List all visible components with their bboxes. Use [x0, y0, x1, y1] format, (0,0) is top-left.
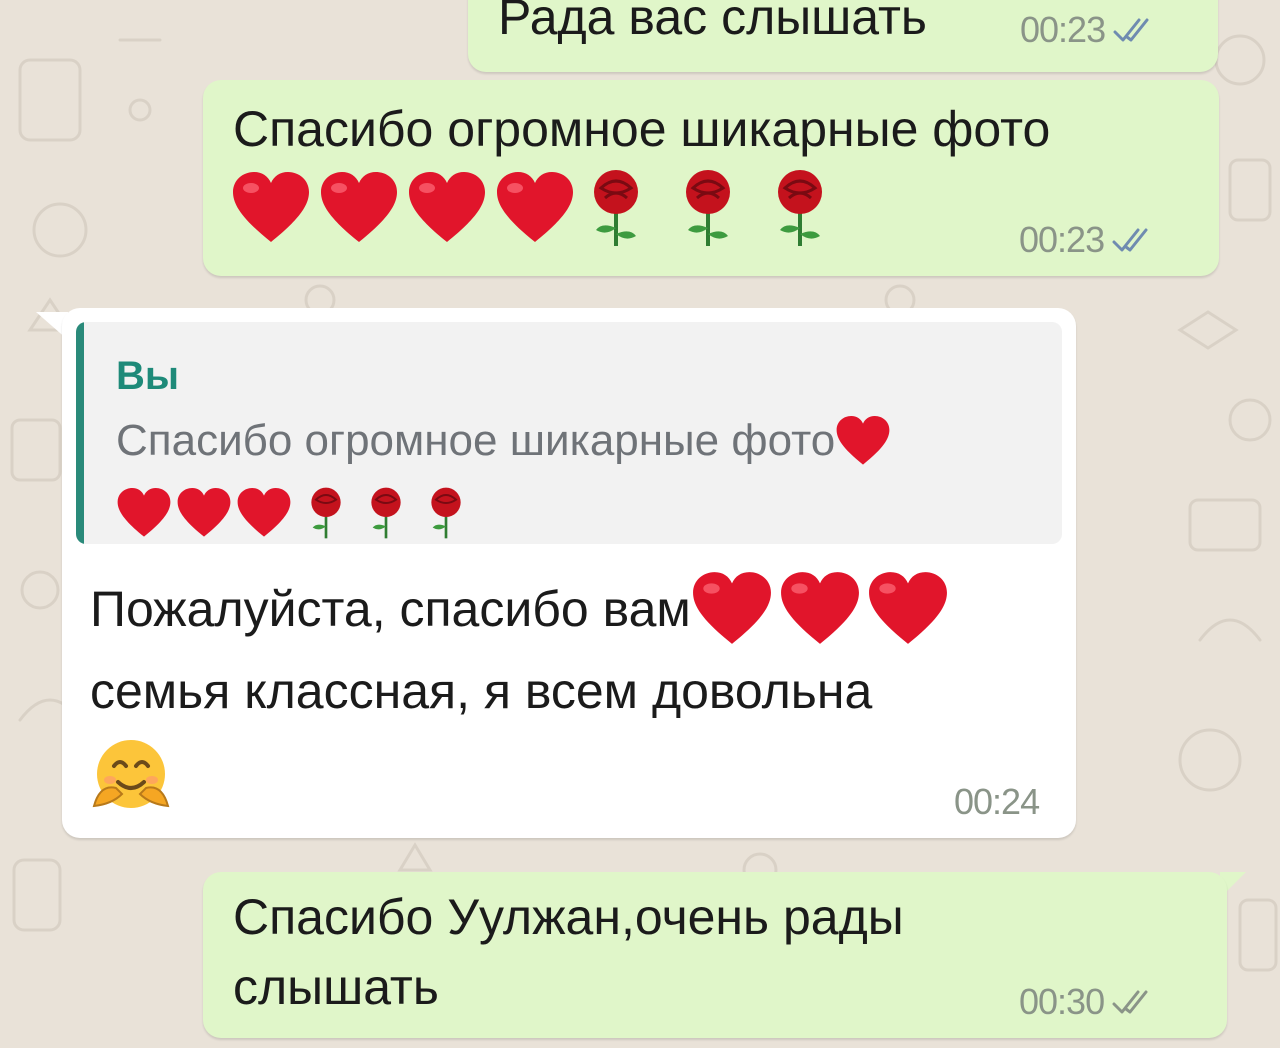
red-heart-icon [409, 172, 485, 242]
rose-icon [311, 487, 341, 539]
message-meta: 00:23 [1020, 12, 1155, 48]
message-bubble-outgoing[interactable]: Спасибо Уулжан,очень рады слышать 00:30 [203, 872, 1227, 1038]
message-bubble-outgoing[interactable]: Рада вас слышать 00:23 [468, 0, 1218, 72]
red-heart-icon [237, 488, 291, 537]
message-time: 00:23 [1020, 9, 1106, 50]
quote-accent-bar [76, 322, 84, 544]
red-heart-icon [868, 572, 947, 644]
message-text: Рада вас слышать [498, 0, 927, 45]
message-meta: 00:30 [1019, 984, 1154, 1020]
message-meta: 00:24 [954, 781, 1040, 822]
message-time: 00:30 [1019, 981, 1105, 1022]
rose-icon [686, 170, 730, 246]
message-text-line-2: семья классная, я всем довольна [90, 663, 873, 719]
red-heart-icon [780, 572, 859, 644]
message-time: 00:24 [954, 781, 1040, 822]
red-heart-icon [321, 172, 397, 242]
red-heart-icon [836, 416, 890, 465]
message-text-line-2: слышать [233, 959, 439, 1015]
message-bubble-incoming[interactable]: Вы Спасибо огромное шикарные фото Пожалу… [62, 308, 1076, 838]
message-emoji-row [231, 168, 833, 248]
message-meta: 00:23 [1019, 222, 1154, 258]
message-time: 00:23 [1019, 219, 1105, 260]
hugging-face-icon [92, 740, 170, 808]
red-heart-icon [233, 172, 309, 242]
message-text-line: Пожалуйста, спасибо вам [90, 572, 949, 646]
message-text-line-1: Пожалуйста, спасибо вам [90, 581, 691, 637]
message-text: Спасибо огромное шикарные фото [233, 101, 1051, 157]
reply-quote[interactable]: Вы Спасибо огромное шикарные фото [76, 322, 1062, 544]
red-heart-icon [692, 572, 771, 644]
double-check-icon [1112, 227, 1154, 253]
message-bubble-outgoing[interactable]: Спасибо огромное шикарные фото 00:23 [203, 80, 1219, 276]
message-text-line-1: Спасибо Уулжан,очень рады [233, 889, 904, 945]
quote-text: Спасибо огромное шикарные фото [116, 414, 891, 468]
red-heart-icon [177, 488, 231, 537]
double-check-icon [1112, 989, 1154, 1015]
message-emoji-row [90, 736, 172, 818]
red-heart-icon [497, 172, 573, 242]
red-heart-icon [117, 488, 171, 537]
rose-icon [594, 170, 638, 246]
quote-author: Вы [116, 354, 180, 398]
rose-icon [778, 170, 822, 246]
double-check-icon [1113, 17, 1155, 43]
rose-icon [431, 487, 461, 539]
rose-icon [371, 487, 401, 539]
quote-emoji-row [116, 486, 468, 540]
quote-text-content: Спасибо огромное шикарные фото [116, 416, 836, 465]
